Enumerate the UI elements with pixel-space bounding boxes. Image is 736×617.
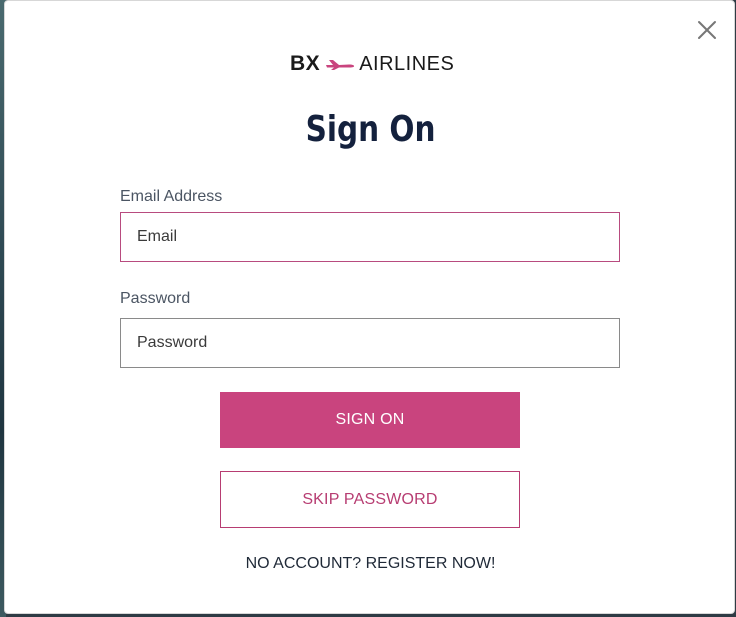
logo-name: AIRLINES bbox=[359, 52, 455, 75]
password-field[interactable] bbox=[120, 318, 620, 368]
plane-icon bbox=[326, 60, 355, 70]
close-button[interactable] bbox=[695, 18, 719, 42]
brand-logo: BX AIRLINES bbox=[290, 51, 454, 77]
logo-brand: BX bbox=[290, 52, 321, 75]
skip-password-button[interactable]: SKIP PASSWORD bbox=[220, 471, 520, 528]
close-icon bbox=[698, 21, 716, 39]
sign-on-button[interactable]: SIGN ON bbox=[220, 392, 520, 448]
password-label: Password bbox=[120, 290, 191, 307]
email-field[interactable] bbox=[120, 212, 620, 262]
email-label: Email Address bbox=[120, 188, 223, 205]
sign-on-modal: BX AIRLINES Sign On Email Address Passwo… bbox=[4, 0, 735, 614]
page-title: Sign On bbox=[305, 109, 436, 150]
register-link[interactable]: NO ACCOUNT? REGISTER NOW! bbox=[5, 555, 736, 573]
